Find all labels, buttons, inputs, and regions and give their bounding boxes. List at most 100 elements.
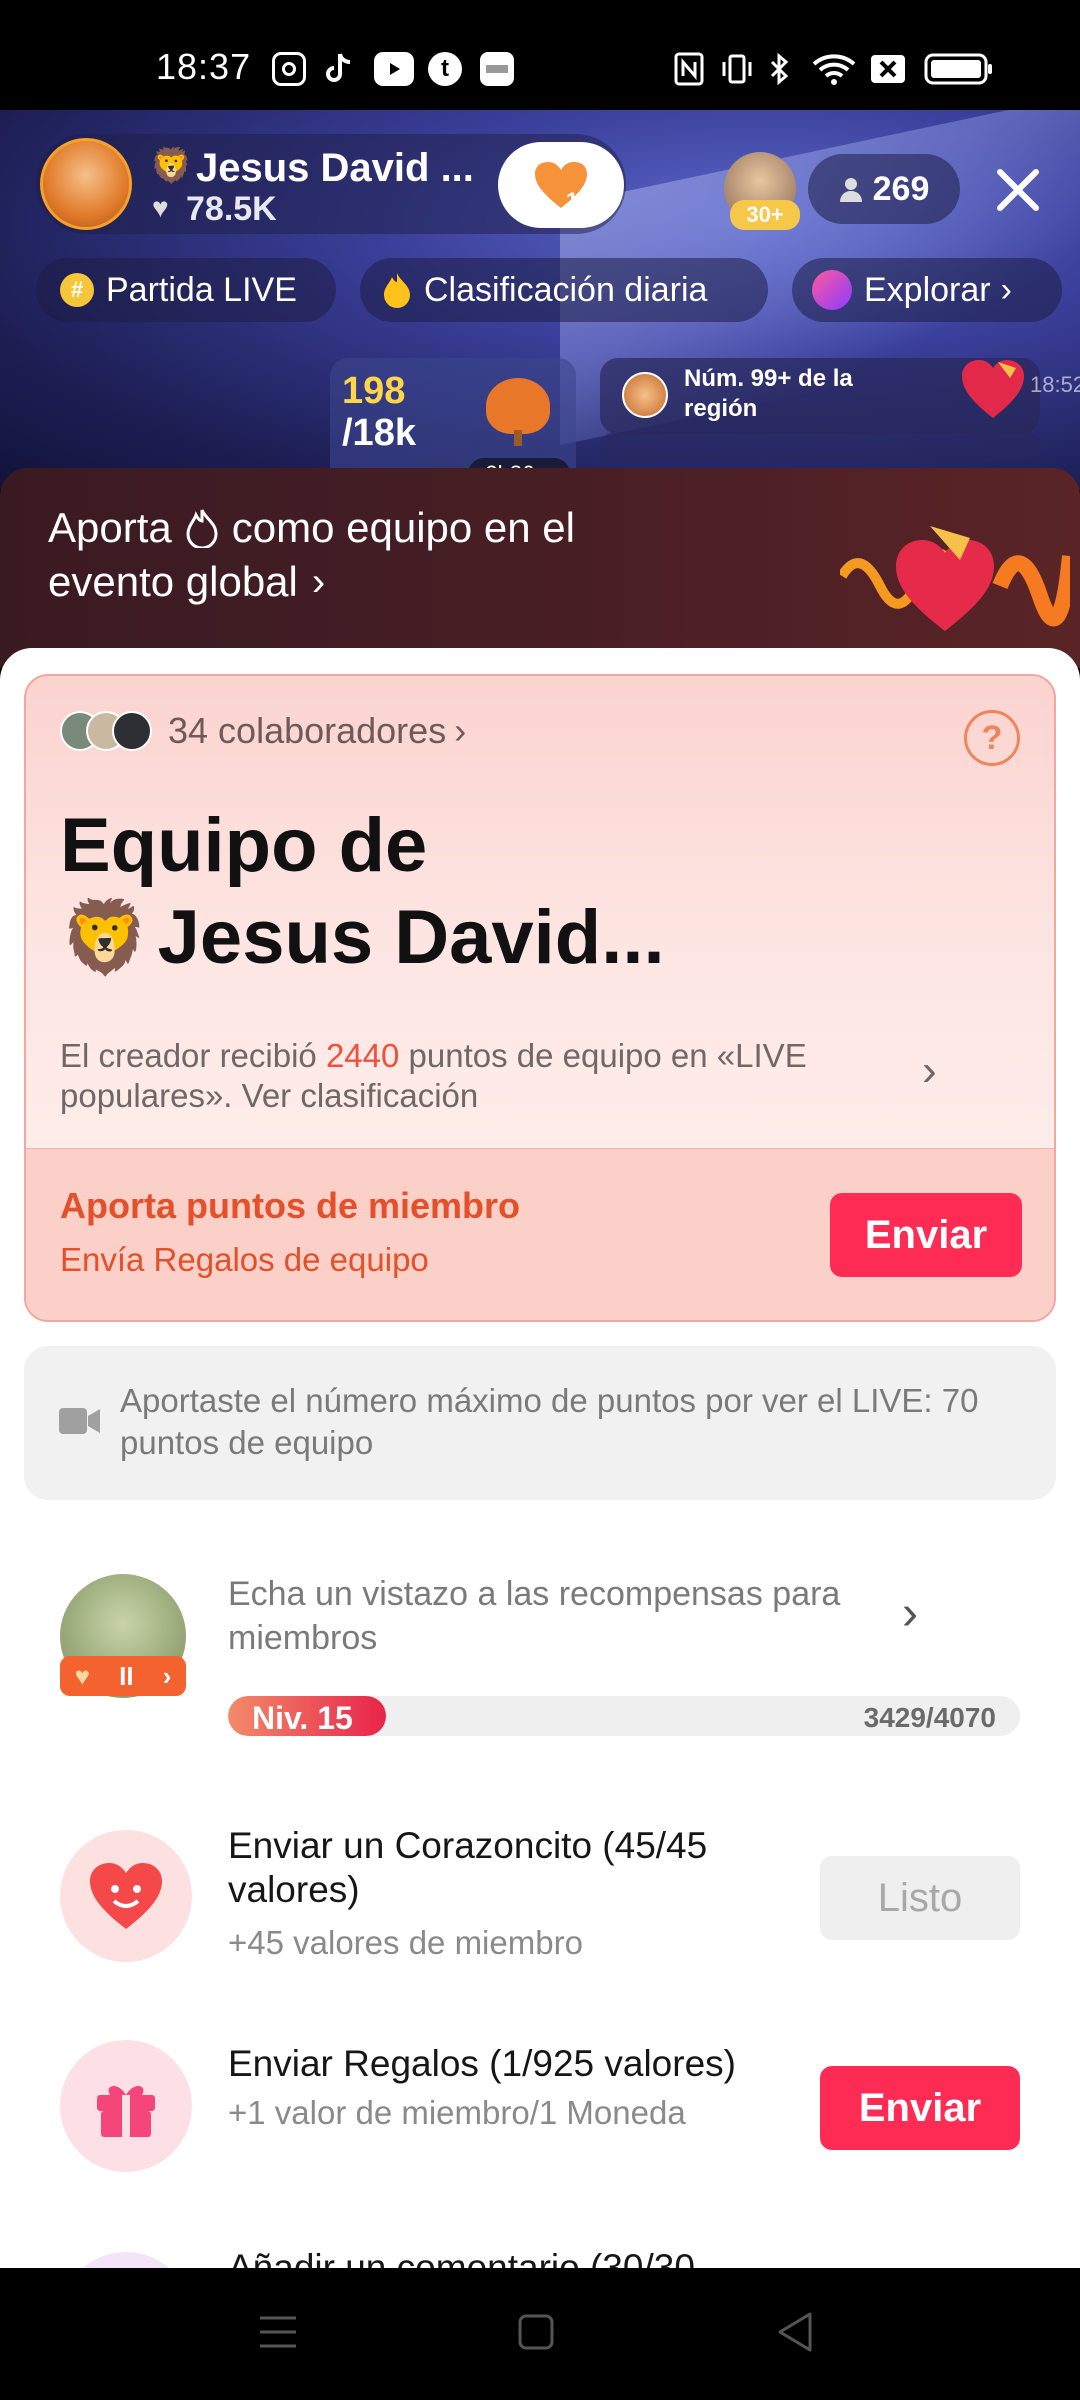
team-sheet: 34 colaboradores › ? Equipo de 🦁 Jesus D…	[0, 648, 1080, 2268]
chevron-right-icon: ›	[162, 1660, 172, 1691]
bluetooth-icon	[768, 52, 792, 86]
info-box: Aportaste el número máximo de puntos por…	[24, 1346, 1056, 1500]
member-badge[interactable]: ♥ II ›	[60, 1656, 186, 1696]
team-card: 34 colaboradores › ? Equipo de 🦁 Jesus D…	[24, 674, 1056, 1322]
global-event-banner[interactable]: Aporta como equipo en el evento global ›	[0, 468, 1080, 668]
goal-total: /18k	[342, 412, 416, 454]
banner-text-a: Aporta	[48, 504, 172, 551]
team-description[interactable]: El creador recibió 2440 puntos de equipo…	[60, 1036, 940, 1116]
viewer-count-button[interactable]: 269	[808, 154, 960, 224]
collaborators-button[interactable]: 34 colaboradores ›	[60, 710, 466, 752]
flame-icon	[186, 509, 218, 548]
menu-button[interactable]	[258, 2312, 298, 2357]
back-button[interactable]	[776, 2312, 812, 2357]
send-team-gift-button[interactable]: Enviar	[830, 1193, 1022, 1277]
youtube-icon	[374, 52, 414, 86]
desc-text: El creador recibió	[60, 1037, 326, 1074]
event-hearts-icon	[837, 496, 1078, 646]
collaborator-avatar	[112, 711, 152, 751]
desc-points: 2440	[325, 1037, 400, 1074]
nfc-icon	[674, 52, 704, 86]
chevron-right-icon: ›	[922, 1046, 937, 1095]
tiktok-icon	[322, 52, 356, 86]
team-emoji: 🦁	[60, 898, 150, 978]
task-title: Enviar un Corazoncito (45/45 valores)	[228, 1825, 708, 1910]
battery-icon	[924, 52, 994, 86]
tag-label: Explorar	[864, 270, 991, 309]
comment-icon	[60, 2252, 192, 2268]
person-icon	[839, 178, 862, 202]
back-icon	[778, 2312, 812, 2352]
banner-text-c: evento global	[48, 558, 298, 605]
banner-line1: Aporta como equipo en el	[48, 504, 575, 552]
wifi-icon	[812, 52, 856, 86]
navigation-bar	[0, 2268, 1080, 2400]
close-button[interactable]	[990, 162, 1046, 218]
task-title: Enviar Regalos (1/925 valores)	[228, 2043, 736, 2084]
team-title-line2: 🦁 Jesus David...	[60, 894, 665, 981]
banner-line2: evento global ›	[48, 558, 325, 606]
sim-off-icon	[870, 52, 906, 86]
collaborators-count: 34 colaboradores	[168, 710, 447, 751]
planet-icon	[812, 270, 852, 310]
level-progress-text: 3429/4070	[863, 1702, 996, 1733]
app-icon	[480, 52, 514, 86]
team-title-line1: Equipo de	[60, 803, 428, 888]
host-emoji: 🦁	[150, 147, 193, 185]
rank-widget-secondary	[600, 432, 1040, 462]
instagram-icon	[272, 52, 306, 86]
contribute-title: Aporta puntos de miembro	[60, 1185, 521, 1226]
tag-clasificacion[interactable]: Clasificación diaria	[360, 258, 768, 322]
status-bar: 18:37 t	[0, 0, 1080, 110]
game-icon: #	[60, 273, 94, 307]
tag-label: Clasificación diaria	[424, 270, 708, 309]
level-progress-bar: Niv. 15 3429/4070	[228, 1696, 1020, 1736]
tree-icon	[486, 378, 550, 434]
pause-icon: II	[119, 1660, 134, 1691]
banner-text-b: como equipo en el	[231, 504, 575, 551]
task-title: Añadir un comentario (30/30	[228, 2247, 695, 2268]
send-gift-button[interactable]: Enviar	[820, 2066, 1020, 2150]
host-avatar[interactable]	[40, 138, 132, 230]
goal-value: 198	[342, 370, 406, 412]
rank-text: Núm. 99+ de la región	[684, 365, 853, 422]
likes-count: 78.5K	[186, 190, 277, 228]
close-icon	[997, 169, 1039, 211]
heart-level: 15	[566, 188, 591, 213]
live-stream-background: 🦁 Jesus David ... ♥ 78.5K 15 30+ 269 # P…	[0, 110, 1080, 490]
team-name: Jesus David...	[157, 895, 665, 980]
clock: 18:37	[156, 46, 252, 87]
fire-icon	[384, 273, 410, 308]
vibrate-icon	[720, 52, 754, 86]
tumblr-icon: t	[428, 52, 462, 86]
tag-label: Partida LIVE	[106, 270, 297, 309]
heart-icon: ♥	[74, 1660, 90, 1691]
viewer-count: 269	[872, 169, 930, 208]
tag-partida-live[interactable]: # Partida LIVE	[36, 258, 336, 322]
level-label: Niv. 15	[252, 1700, 353, 1736]
contribute-subtitle: Envía Regalos de equipo	[60, 1241, 429, 1278]
host-name: Jesus David ...	[196, 146, 474, 190]
top-viewer-badge: 30+	[730, 200, 800, 230]
home-icon	[518, 2314, 554, 2350]
rewards-link[interactable]: Echa un vistazo a las recompensas para m…	[228, 1572, 908, 1660]
chevron-right-icon: ›	[454, 710, 467, 751]
task-subtitle: +1 valor de miembro/1 Moneda	[228, 2094, 686, 2131]
chevron-right-icon: ›	[311, 559, 326, 604]
help-icon[interactable]: ?	[964, 710, 1020, 766]
likes-heart-icon: ♥	[152, 192, 169, 223]
chevron-right-icon: ›	[902, 1587, 918, 1640]
tree-trunk	[514, 430, 522, 446]
video-camera-icon	[59, 1408, 100, 1434]
gift-icon	[60, 2040, 192, 2172]
contribute-row: Aporta puntos de miembro Envía Regalos d…	[26, 1148, 1054, 1320]
info-text: Aportaste el número máximo de puntos por…	[120, 1382, 979, 1461]
task-subtitle: +45 valores de miembro	[228, 1924, 583, 1961]
heart-gift-icon	[958, 354, 1028, 424]
task-done-button[interactable]: Listo	[820, 1856, 1020, 1940]
home-button[interactable]	[518, 2314, 554, 2355]
fan-club-button[interactable]: 15	[498, 142, 624, 228]
rank-avatar	[622, 372, 668, 418]
menu-icon	[260, 2316, 296, 2348]
tag-explorar[interactable]: Explorar ›	[792, 258, 1062, 322]
